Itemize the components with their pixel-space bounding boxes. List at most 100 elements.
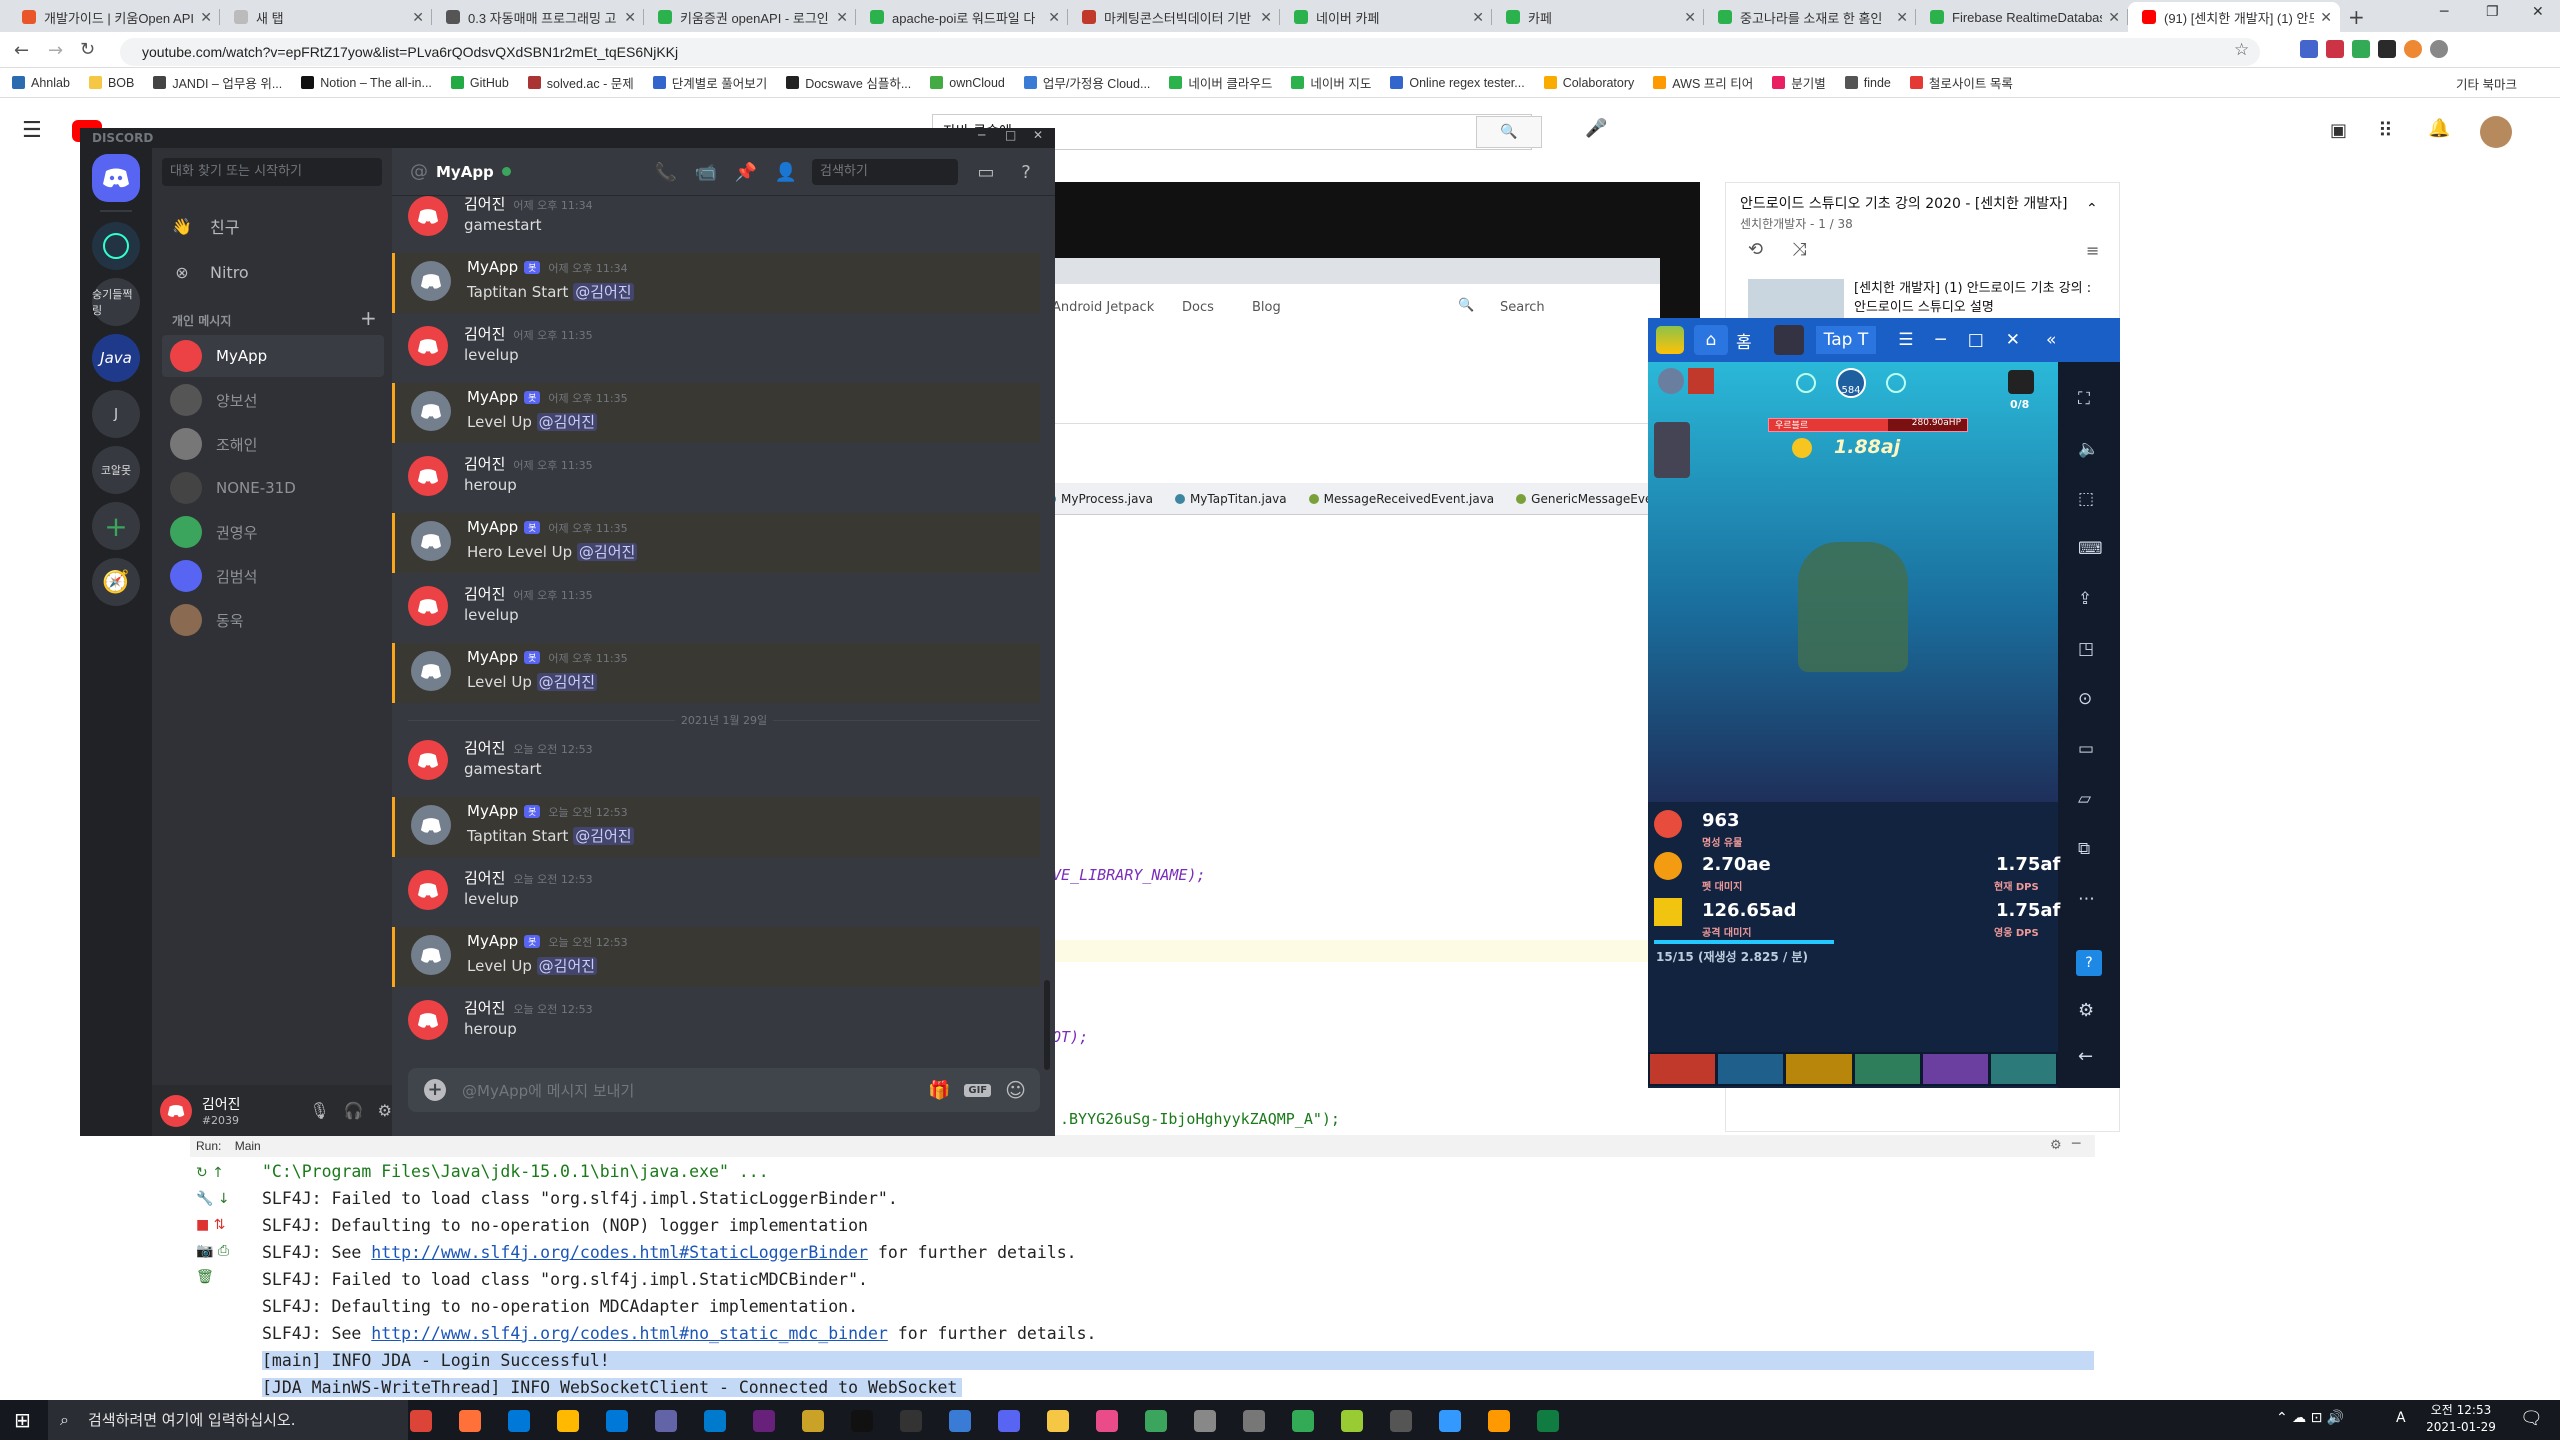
taskbar-app-icon[interactable]: [1096, 1410, 1118, 1432]
minimize-button[interactable]: ─: [978, 128, 985, 142]
minimize-button[interactable]: ─: [2440, 4, 2448, 20]
discord-home-icon[interactable]: [92, 154, 140, 202]
user-mention[interactable]: @김어진: [573, 827, 634, 845]
settings-icon[interactable]: ⚙: [2078, 1000, 2094, 1021]
tab-close-icon[interactable]: ✕: [2108, 9, 2120, 26]
close-button[interactable]: ✕: [2006, 330, 2020, 350]
taskbar-app-icon[interactable]: [1047, 1410, 1069, 1432]
message-author[interactable]: 김어진: [464, 455, 505, 473]
message-composer[interactable]: + @MyApp에 메시지 보내기 🎁 GIF ☺: [408, 1068, 1040, 1112]
settings-icon[interactable]: [1658, 368, 1684, 394]
message-avatar[interactable]: [408, 326, 448, 366]
screenshot-icon[interactable]: ◳: [2078, 624, 2103, 674]
taskbar-app-icon[interactable]: [1390, 1410, 1412, 1432]
taskbar-app-icon[interactable]: [1537, 1410, 1559, 1432]
playlist-menu-icon[interactable]: ≡: [2086, 241, 2099, 260]
dm-item[interactable]: 조해인: [162, 423, 384, 465]
message-avatar[interactable]: [408, 1000, 448, 1040]
equipment-tab-icon[interactable]: [1786, 1054, 1852, 1084]
bookmark-item[interactable]: JANDI – 업무용 위...: [153, 73, 282, 92]
message-author[interactable]: 김어진: [464, 325, 505, 343]
shuffle-icon[interactable]: ⤨: [1792, 239, 1806, 260]
taskbar-app-icon[interactable]: [851, 1410, 873, 1432]
explore-servers-icon[interactable]: 🧭: [92, 558, 140, 606]
extension-icon[interactable]: [2300, 40, 2318, 58]
message-avatar[interactable]: [411, 391, 451, 431]
new-tab-button[interactable]: +: [2348, 5, 2365, 29]
tab-close-icon[interactable]: ✕: [2320, 9, 2332, 26]
close-button[interactable]: ✕: [2532, 4, 2544, 20]
pinned-messages-icon[interactable]: 📌: [734, 160, 758, 184]
tab-close-icon[interactable]: ✕: [412, 9, 424, 26]
editor-tab[interactable]: MyTapTitan.java: [1174, 492, 1287, 506]
loop-icon[interactable]: ⟲: [1748, 239, 1763, 260]
boss-icon[interactable]: [2008, 370, 2034, 394]
system-tray-icons[interactable]: ⌃ ☁ ⊡ 🔊: [2276, 1410, 2344, 1426]
message-author[interactable]: 김어진: [464, 195, 505, 213]
message-author[interactable]: MyApp: [467, 518, 518, 536]
gift-icon[interactable]: 🎁: [928, 1080, 950, 1101]
message-avatar[interactable]: [408, 456, 448, 496]
browser-tab[interactable]: 마케팅콘스터빅데이터 기반 ✕: [1068, 2, 1280, 32]
chat-message[interactable]: MyApp 봇 어제 오후 11:35 Hero Level Up @김어진: [392, 513, 1040, 573]
user-settings-icon[interactable]: ⚙: [378, 1101, 392, 1120]
back-icon[interactable]: ←: [14, 40, 29, 61]
chat-message[interactable]: 김어진 오늘 오전 12:53 levelup: [392, 862, 1040, 922]
chat-message[interactable]: 김어진 어제 오후 11:34 gamestart: [392, 188, 1040, 248]
console-link[interactable]: http://www.slf4j.org/codes.html#StaticLo…: [371, 1243, 868, 1262]
camera-icon[interactable]: ⊙: [2078, 674, 2103, 724]
message-avatar[interactable]: [408, 196, 448, 236]
player-rank-icon[interactable]: [1654, 422, 1690, 478]
dm-item[interactable]: NONE-31D: [162, 467, 384, 509]
taskbar-app-icon[interactable]: [410, 1410, 432, 1432]
maximize-button[interactable]: □: [1968, 330, 1984, 350]
taskbar-app-icon[interactable]: [1341, 1410, 1363, 1432]
message-avatar[interactable]: [408, 586, 448, 626]
bookmark-item[interactable]: Online regex tester...: [1390, 76, 1525, 90]
extension-icon[interactable]: [2352, 40, 2370, 58]
close-button[interactable]: ✕: [1033, 128, 1043, 142]
help-icon[interactable]: ?: [1014, 160, 1038, 184]
tab-close-icon[interactable]: ✕: [1048, 9, 1060, 26]
add-server-icon[interactable]: +: [92, 502, 140, 550]
chat-message[interactable]: MyApp 봇 어제 오후 11:35 Level Up @김어진: [392, 643, 1040, 703]
taskbar-app-icon[interactable]: [753, 1410, 775, 1432]
bookmark-item[interactable]: Colaboratory: [1543, 76, 1634, 90]
account-avatar[interactable]: [2480, 116, 2512, 148]
upload-plus-icon[interactable]: +: [424, 1079, 446, 1101]
keyboard-icon[interactable]: ⌨: [2078, 524, 2103, 574]
titan-boss[interactable]: [1798, 542, 1908, 672]
trash-icon[interactable]: 🗑: [196, 1264, 246, 1290]
bookmark-item[interactable]: Notion – The all-in...: [301, 76, 432, 90]
dm-item[interactable]: 동욱: [162, 599, 384, 641]
tab-close-icon[interactable]: ✕: [624, 9, 636, 26]
user-mention[interactable]: @김어진: [536, 957, 598, 975]
shield-icon[interactable]: [1688, 368, 1714, 394]
message-avatar[interactable]: [408, 740, 448, 780]
settings-gear-icon[interactable]: ⚙: [2050, 1138, 2062, 1153]
user-mention[interactable]: @김어진: [576, 543, 638, 561]
maximize-button[interactable]: ❐: [2486, 4, 2499, 20]
back-icon[interactable]: ←: [2078, 1046, 2093, 1067]
browser-tab[interactable]: 새 탭 ✕: [220, 2, 432, 32]
taskbar-app-icon[interactable]: [1292, 1410, 1314, 1432]
pets-tab-icon[interactable]: [1854, 1054, 1920, 1084]
home-tab-label[interactable]: 홈: [1736, 328, 1752, 353]
taskbar-app-icon[interactable]: [1243, 1410, 1265, 1432]
bookmark-item[interactable]: 네이버 클라우드: [1169, 73, 1272, 92]
nav-link-blog[interactable]: Blog: [1252, 300, 1281, 315]
taskbar-app-icon[interactable]: [508, 1410, 530, 1432]
minimize-button[interactable]: ─: [1935, 330, 1945, 350]
tab-close-icon[interactable]: ✕: [1684, 9, 1696, 26]
bookmark-star-icon[interactable]: ☆: [2234, 40, 2249, 60]
volume-icon[interactable]: 🔈: [2078, 424, 2103, 474]
message-avatar[interactable]: [411, 261, 451, 301]
heroes-tab-icon[interactable]: [1718, 1054, 1784, 1084]
notifications-bell-icon[interactable]: 🔔: [2428, 118, 2450, 139]
taskbar-app-icon[interactable]: [459, 1410, 481, 1432]
inbox-icon[interactable]: ▭: [974, 160, 998, 184]
message-avatar[interactable]: [411, 935, 451, 975]
bookmark-item[interactable]: ownCloud: [930, 76, 1005, 90]
tab-close-icon[interactable]: ✕: [1260, 9, 1272, 26]
profile-avatar[interactable]: [2430, 40, 2448, 58]
